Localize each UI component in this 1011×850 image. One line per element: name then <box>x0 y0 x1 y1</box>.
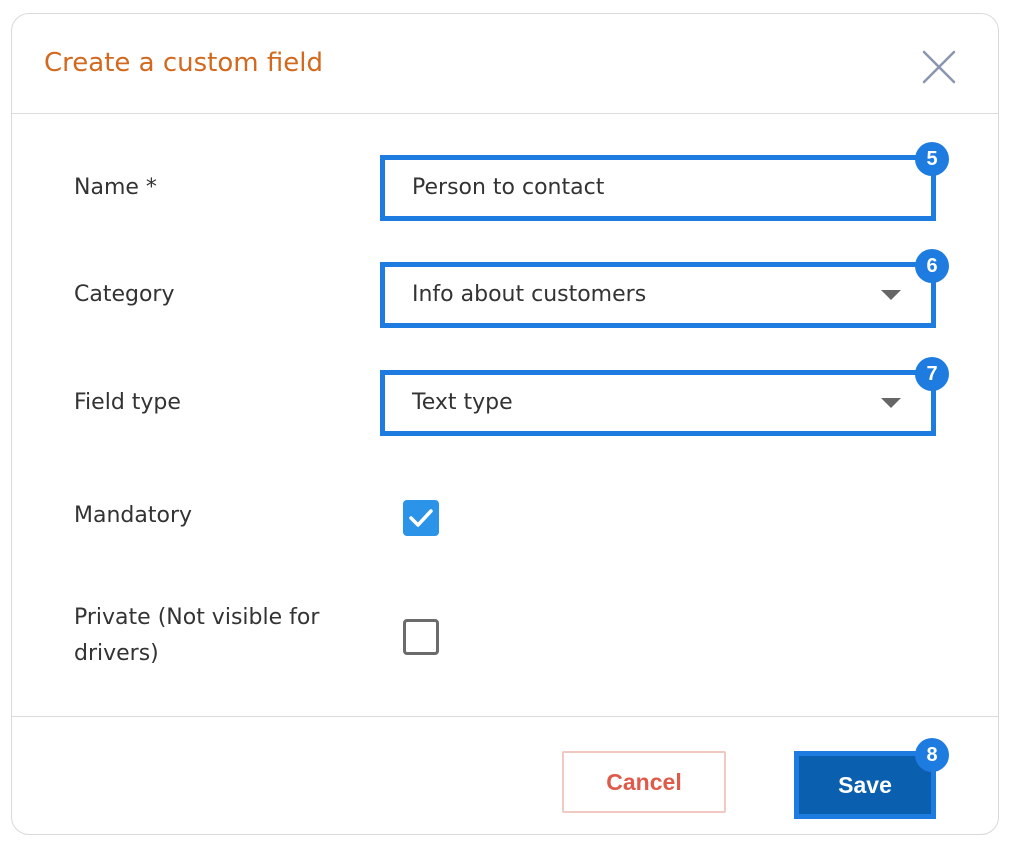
dialog-header: Create a custom field <box>12 14 998 114</box>
step-badge-8: 8 <box>915 738 949 772</box>
checkmark-icon <box>409 509 433 527</box>
cancel-button[interactable]: Cancel <box>562 751 726 813</box>
caret-down-icon <box>881 398 901 408</box>
field-type-label: Field type <box>74 390 181 415</box>
field-type-select-value: Text type <box>412 390 513 415</box>
save-button[interactable]: Save <box>799 756 931 814</box>
footer-divider <box>12 716 998 717</box>
name-label: Name * <box>74 175 157 200</box>
name-input-value: Person to contact <box>412 175 605 200</box>
save-button-highlight: Save <box>794 751 936 819</box>
step-badge-7: 7 <box>915 357 949 391</box>
private-label-line2: drivers) <box>74 641 159 666</box>
mandatory-label: Mandatory <box>74 503 193 528</box>
close-icon <box>922 50 956 84</box>
field-type-select[interactable]: Text type <box>380 370 936 436</box>
mandatory-checkbox[interactable] <box>403 500 439 536</box>
custom-field-dialog: Create a custom field Name * Person to c… <box>11 13 999 835</box>
step-badge-5: 5 <box>915 142 949 176</box>
private-checkbox[interactable] <box>403 619 439 655</box>
dialog-title: Create a custom field <box>44 48 323 78</box>
step-badge-6: 6 <box>915 249 949 283</box>
caret-down-icon <box>881 290 901 300</box>
category-label: Category <box>74 282 175 307</box>
name-input[interactable]: Person to contact <box>380 155 936 221</box>
category-select[interactable]: Info about customers <box>380 262 936 328</box>
close-button[interactable] <box>920 48 958 86</box>
private-label-line1: Private (Not visible for <box>74 605 320 630</box>
category-select-value: Info about customers <box>412 282 647 307</box>
